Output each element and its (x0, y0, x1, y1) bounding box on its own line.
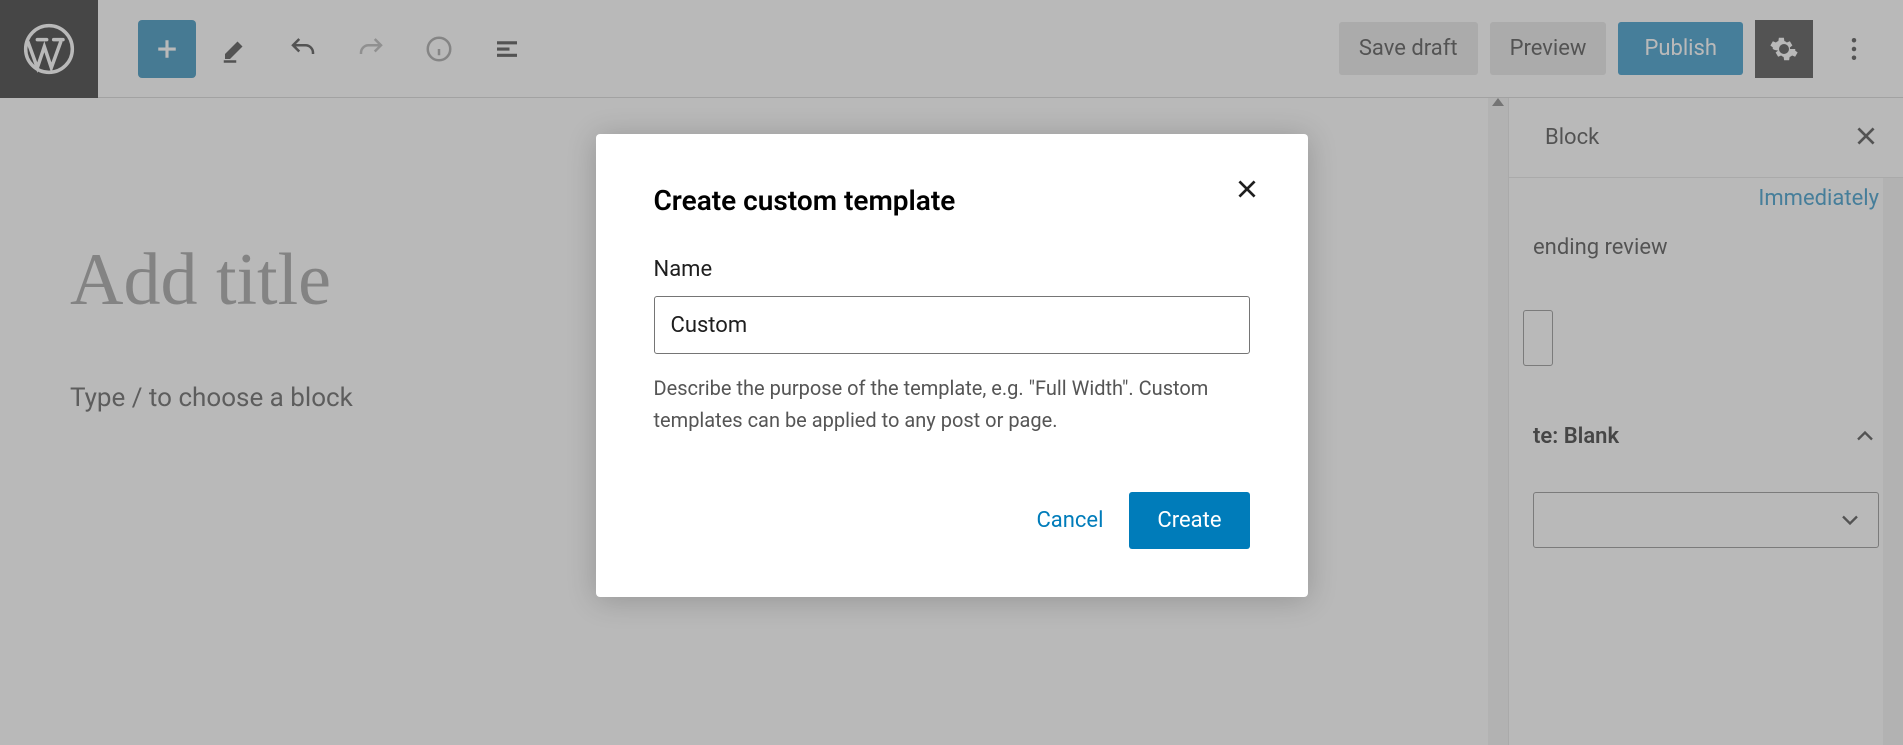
cancel-button[interactable]: Cancel (1036, 508, 1103, 533)
modal-overlay: Create custom template Name Describe the… (0, 0, 1903, 745)
name-field-label: Name (654, 257, 1250, 282)
name-help-text: Describe the purpose of the template, e.… (654, 372, 1250, 436)
modal-title: Create custom template (654, 184, 1250, 217)
create-template-modal: Create custom template Name Describe the… (596, 134, 1308, 597)
close-modal-button[interactable] (1234, 176, 1260, 206)
create-button[interactable]: Create (1129, 492, 1249, 549)
modal-actions: Cancel Create (654, 492, 1250, 549)
template-name-input[interactable] (654, 296, 1250, 354)
